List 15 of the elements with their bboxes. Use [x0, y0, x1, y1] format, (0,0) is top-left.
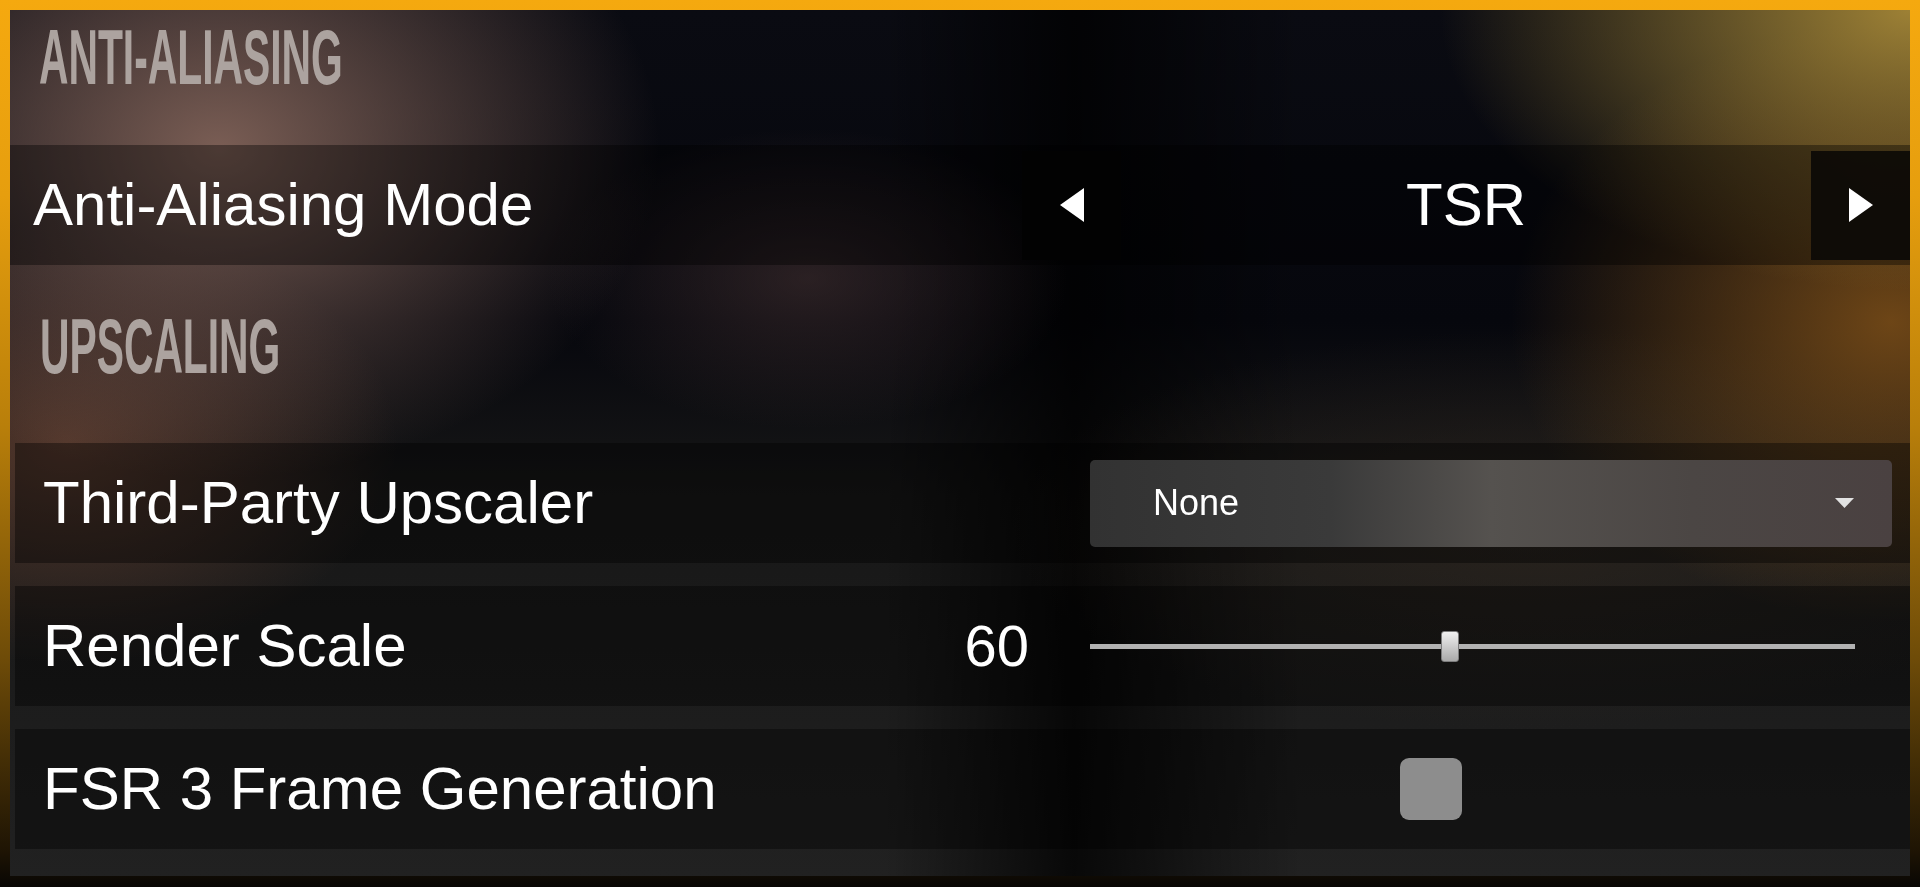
slider-thumb[interactable] [1441, 630, 1460, 662]
dropdown[interactable]: None [1090, 459, 1892, 547]
checkbox[interactable] [1400, 758, 1462, 820]
section-heading: ANTI-ALIASING [39, 19, 343, 96]
setting-label: Render Scale [43, 616, 407, 676]
caret-down-icon [1835, 498, 1854, 508]
next-button[interactable] [1811, 150, 1910, 260]
triangle-right-icon [1848, 188, 1873, 222]
setting-label: Third-Party Upscaler [43, 473, 594, 533]
setting-label: FSR 3 Frame Generation [43, 759, 717, 819]
selected-value: TSR [1406, 175, 1526, 235]
setting-label: Anti-Aliasing Mode [33, 175, 534, 235]
slider-value: 60 [964, 617, 1029, 675]
triangle-left-icon [1059, 188, 1084, 222]
section-heading: UPSCALING [40, 308, 281, 385]
